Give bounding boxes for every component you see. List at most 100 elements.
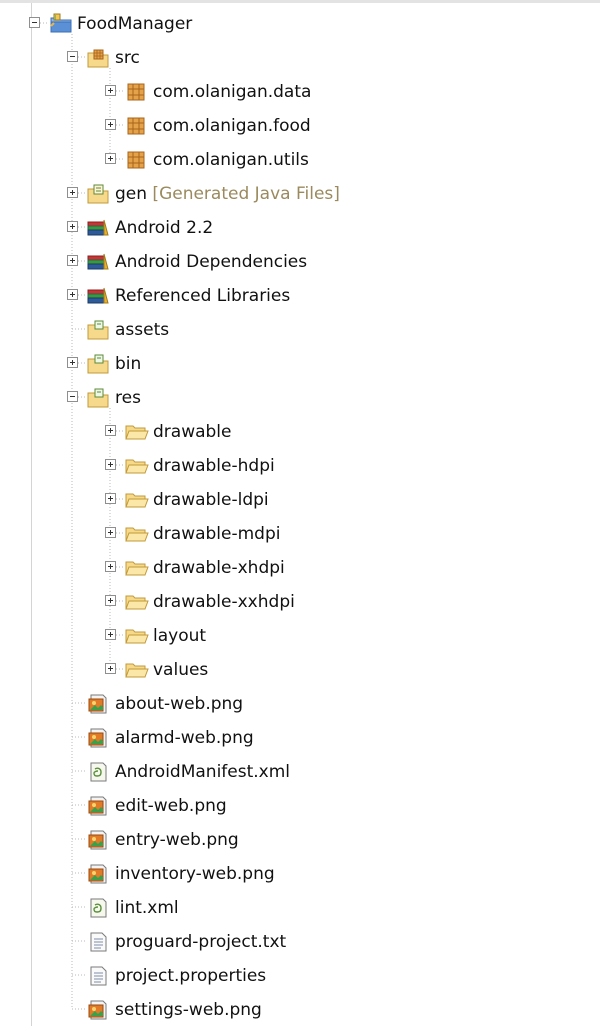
tree-item-alarmd-web-png[interactable]: alarmd-web.png — [0, 721, 600, 755]
tree-item-label: edit-web.png — [115, 796, 227, 816]
tree-item-label: drawable-mdpi — [153, 524, 281, 544]
expand-toggle-icon[interactable] — [105, 425, 116, 436]
image-file-icon — [87, 999, 109, 1021]
tree-item-drawable-mdpi[interactable]: drawable-mdpi — [0, 517, 600, 551]
tree-item-res[interactable]: res — [0, 381, 600, 415]
tree-item-label: project.properties — [115, 966, 267, 986]
library-icon — [87, 251, 109, 273]
expand-toggle-icon[interactable] — [67, 357, 78, 368]
tree-item-label: gen [Generated Java Files] — [115, 184, 340, 204]
tree-item-project-properties[interactable]: project.properties — [0, 959, 600, 993]
tree-item-drawable-hdpi[interactable]: drawable-hdpi — [0, 449, 600, 483]
package-icon — [125, 81, 147, 103]
tree-item-src[interactable]: src — [0, 41, 600, 75]
tree-item-androidmanifest-xml[interactable]: AndroidManifest.xml — [0, 755, 600, 789]
expand-toggle-icon[interactable] — [67, 187, 78, 198]
tree-item-referenced-libraries[interactable]: Referenced Libraries — [0, 279, 600, 313]
expand-toggle-icon[interactable] — [105, 629, 116, 640]
tree-item-label: drawable — [153, 422, 232, 442]
tree-item-drawable-ldpi[interactable]: drawable-ldpi — [0, 483, 600, 517]
tree-item-proguard-project-txt[interactable]: proguard-project.txt — [0, 925, 600, 959]
tree-item-label: Android 2.2 — [115, 218, 214, 238]
tree-item-lint-xml[interactable]: lint.xml — [0, 891, 600, 925]
tree-item-label: inventory-web.png — [115, 864, 275, 884]
expand-toggle-icon[interactable] — [67, 289, 78, 300]
collapse-toggle-icon[interactable] — [67, 51, 78, 62]
tree-item-label: com.olanigan.utils — [153, 150, 309, 170]
expand-toggle-icon[interactable] — [105, 663, 116, 674]
text-file-icon — [87, 931, 109, 953]
tree-item-label: FoodManager — [77, 14, 193, 34]
xml-file-icon — [87, 761, 109, 783]
open-folder-icon — [125, 489, 149, 511]
open-folder-icon — [125, 557, 149, 579]
image-file-icon — [87, 829, 109, 851]
expand-toggle-icon[interactable] — [105, 561, 116, 572]
tree-item-label: drawable-xhdpi — [153, 558, 285, 578]
tree-item-label: src — [115, 48, 140, 68]
expand-toggle-icon[interactable] — [67, 255, 78, 266]
folder-icon — [87, 387, 109, 409]
tree-item-label: proguard-project.txt — [115, 932, 287, 952]
tree-item-drawable-xhdpi[interactable]: drawable-xhdpi — [0, 551, 600, 585]
tree-item-bin[interactable]: bin — [0, 347, 600, 381]
tree-item-drawable-xxhdpi[interactable]: drawable-xxhdpi — [0, 585, 600, 619]
tree-item-label: drawable-xxhdpi — [153, 592, 295, 612]
expand-toggle-icon[interactable] — [105, 85, 116, 96]
expand-toggle-icon[interactable] — [105, 153, 116, 164]
svg-text:J: J — [54, 15, 56, 21]
tree-item-android-dependencies[interactable]: Android Dependencies — [0, 245, 600, 279]
project-explorer-tree: J FoodManager src com.olanigan.data com.olan… — [0, 0, 600, 1026]
tree-item-com-olanigan-food[interactable]: com.olanigan.food — [0, 109, 600, 143]
tree-item-android-2-2[interactable]: Android 2.2 — [0, 211, 600, 245]
tree-item-label: AndroidManifest.xml — [115, 762, 291, 782]
tree-item-com-olanigan-data[interactable]: com.olanigan.data — [0, 75, 600, 109]
tree-item-values[interactable]: values — [0, 653, 600, 687]
generated-folder-icon — [87, 183, 109, 205]
tree-item-label: com.olanigan.data — [153, 82, 312, 102]
tree-item-label: bin — [115, 354, 142, 374]
tree-item-label: about-web.png — [115, 694, 244, 714]
open-folder-icon — [125, 625, 149, 647]
panel-top-border — [0, 0, 600, 3]
expand-toggle-icon[interactable] — [105, 493, 116, 504]
tree-item-label: assets — [115, 320, 170, 340]
tree-item-entry-web-png[interactable]: entry-web.png — [0, 823, 600, 857]
project-icon: J — [49, 13, 72, 35]
tree-item-foodmanager[interactable]: J FoodManager — [0, 7, 600, 41]
open-folder-icon — [125, 455, 149, 477]
tree-item-layout[interactable]: layout — [0, 619, 600, 653]
tree-item-label: layout — [153, 626, 207, 646]
folder-icon — [87, 319, 109, 341]
tree-item-edit-web-png[interactable]: edit-web.png — [0, 789, 600, 823]
tree-item-label: Android Dependencies — [115, 252, 308, 272]
tree-item-settings-web-png[interactable]: settings-web.png — [0, 993, 600, 1027]
tree-item-label: lint.xml — [115, 898, 179, 918]
package-icon — [125, 115, 147, 137]
xml-file-icon — [87, 897, 109, 919]
collapse-toggle-icon[interactable] — [67, 391, 78, 402]
text-file-icon — [87, 965, 109, 987]
expand-toggle-icon[interactable] — [105, 459, 116, 470]
expand-toggle-icon[interactable] — [67, 221, 78, 232]
open-folder-icon — [125, 523, 149, 545]
collapse-toggle-icon[interactable] — [29, 17, 40, 28]
image-file-icon — [87, 863, 109, 885]
open-folder-icon — [125, 659, 149, 681]
tree-item-inventory-web-png[interactable]: inventory-web.png — [0, 857, 600, 891]
tree-item-label: values — [153, 660, 209, 680]
expand-toggle-icon[interactable] — [105, 527, 116, 538]
expand-toggle-icon[interactable] — [105, 119, 116, 130]
open-folder-icon — [125, 591, 149, 613]
expand-toggle-icon[interactable] — [105, 595, 116, 606]
label-decoration: [Generated Java Files] — [147, 184, 340, 204]
source-folder-icon — [87, 47, 109, 69]
tree-item-drawable[interactable]: drawable — [0, 415, 600, 449]
library-icon — [87, 217, 109, 239]
tree-item-gen[interactable]: gen [Generated Java Files] — [0, 177, 600, 211]
image-file-icon — [87, 693, 109, 715]
tree-item-assets[interactable]: assets — [0, 313, 600, 347]
tree-item-about-web-png[interactable]: about-web.png — [0, 687, 600, 721]
tree-item-label: com.olanigan.food — [153, 116, 311, 136]
tree-item-com-olanigan-utils[interactable]: com.olanigan.utils — [0, 143, 600, 177]
